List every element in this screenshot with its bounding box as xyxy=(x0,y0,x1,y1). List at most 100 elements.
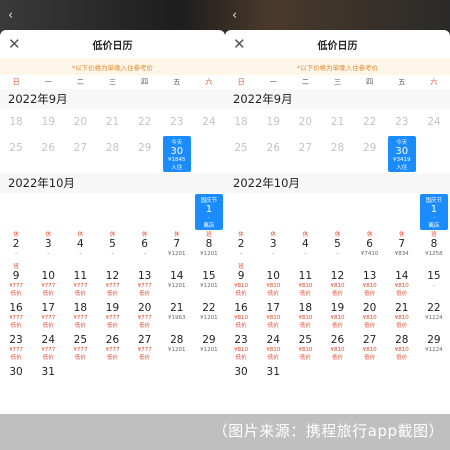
calendar-day[interactable]: 10 ¥810 低价 xyxy=(257,263,289,297)
day-number: 19 xyxy=(266,116,280,128)
day-number: 24 xyxy=(427,116,441,128)
calendar-day[interactable]: 15- xyxy=(418,263,450,295)
calendar-day[interactable]: 27 ¥777 低价 xyxy=(129,327,161,361)
calendar-day[interactable]: 22 ¥1224 xyxy=(418,295,450,327)
day-price: ¥834 xyxy=(394,251,409,257)
calendar-day-past: 19 xyxy=(257,109,289,135)
calendar-day[interactable]: 23 ¥777 低价 xyxy=(0,327,32,361)
calendar-day[interactable]: 休6- xyxy=(129,231,161,263)
calendar-day[interactable]: 休3- xyxy=(257,231,289,263)
day-number: 30 xyxy=(234,366,248,378)
calendar-day[interactable]: 22 ¥1201 xyxy=(193,295,225,327)
calendar-day[interactable]: 16 ¥810 低价 xyxy=(225,295,257,329)
calendar-day[interactable]: 27 ¥810 低价 xyxy=(354,327,386,361)
calendar-day[interactable]: 24 ¥777 低价 xyxy=(32,327,64,361)
day-price: - xyxy=(336,251,339,257)
calendar-day[interactable]: 休2- xyxy=(0,231,32,263)
day-number: 28 xyxy=(330,142,345,154)
calendar-day[interactable]: 18 ¥810 低价 xyxy=(289,295,321,329)
calendar-empty xyxy=(129,193,161,231)
close-icon[interactable]: ✕ xyxy=(8,35,21,53)
day-number: 22 xyxy=(202,302,216,314)
calendar-day[interactable]: 休 6 ¥7410 xyxy=(354,231,386,263)
calendar-day[interactable]: 25 ¥777 低价 xyxy=(64,327,96,361)
day-number: 18 xyxy=(234,116,248,128)
price-notice: *以下价格为单晚入住参考价 xyxy=(0,58,225,75)
calendar-day[interactable]: 15 ¥1201 xyxy=(193,263,225,295)
calendar-day[interactable]: 29 ¥1224 xyxy=(418,327,450,359)
calendar-day-holiday[interactable]: 国庆节 1- 离店 xyxy=(418,193,450,231)
calendar-day[interactable]: 28 ¥1201 xyxy=(161,327,193,359)
calendar-day[interactable]: 21 ¥810 低价 xyxy=(386,295,418,329)
calendar-day[interactable]: 休4- xyxy=(289,231,321,263)
calendar-day[interactable]: 休 7 ¥1201 xyxy=(161,231,193,263)
day-number: 8 xyxy=(430,238,438,250)
calendar-day[interactable]: 班 9 ¥777 低价 xyxy=(0,263,32,297)
day-number: 26 xyxy=(330,334,345,346)
calendar-day[interactable]: 14 ¥810 低价 xyxy=(386,263,418,297)
calendar-day[interactable]: 休5- xyxy=(96,231,128,263)
calendar-day[interactable]: 17 ¥777 低价 xyxy=(32,295,64,329)
calendar-day[interactable]: 16 ¥777 低价 xyxy=(0,295,32,329)
calendar-day[interactable]: 26 ¥810 低价 xyxy=(321,327,353,361)
calendar-header: ✕ 低价日历 xyxy=(225,30,450,58)
day-number: 7 xyxy=(398,238,406,250)
calendar-day-past: 18 xyxy=(0,109,32,135)
calendar-day[interactable]: 休5- xyxy=(321,231,353,263)
calendar-day[interactable]: 休 7 ¥834 xyxy=(386,231,418,263)
calendar-day[interactable]: 13 ¥777 低价 xyxy=(129,263,161,297)
selected-tag: 今天 xyxy=(396,140,408,146)
close-icon[interactable]: ✕ xyxy=(233,35,246,53)
calendar-day[interactable]: 休2- xyxy=(225,231,257,263)
calendar-day[interactable]: 休3- xyxy=(32,231,64,263)
calendar-day[interactable]: 20 ¥777 低价 xyxy=(129,295,161,329)
calendar-day[interactable]: 11 ¥777 低价 xyxy=(64,263,96,297)
calendar-day[interactable]: 12 ¥810 低价 xyxy=(321,263,353,297)
calendar-day-today[interactable]: 今天 30 ¥3419 入住 xyxy=(386,135,418,173)
day-number: 18 xyxy=(73,302,88,314)
day-number: 17 xyxy=(266,302,280,314)
calendar-day[interactable]: 29 ¥1201 xyxy=(193,327,225,359)
calendar-day[interactable]: 11 ¥810 低价 xyxy=(289,263,321,297)
calendar-day[interactable]: 17 ¥810 低价 xyxy=(257,295,289,329)
calendar-day[interactable]: 24 ¥810 低价 xyxy=(257,327,289,361)
calendar-day[interactable]: 19 ¥810 低价 xyxy=(321,295,353,329)
calendar-day[interactable]: 19 ¥777 低价 xyxy=(96,295,128,329)
calendar-day[interactable]: 30 xyxy=(225,359,257,379)
calendar-day[interactable]: 31 xyxy=(257,359,289,379)
calendar-day-past: 27 xyxy=(289,135,321,173)
day-number: 14 xyxy=(395,270,409,282)
day-number: 14 xyxy=(170,270,184,282)
calendar-day[interactable]: 28 ¥810 低价 xyxy=(386,327,418,361)
calendar-day[interactable]: 班 8 ¥1201 xyxy=(193,231,225,263)
calendar-day[interactable]: 21 ¥1963 xyxy=(161,295,193,327)
calendar-day-holiday[interactable]: 国庆节 1- 离店 xyxy=(193,193,225,231)
calendar-day-today[interactable]: 今天 30 ¥1845 入住 xyxy=(161,135,193,173)
selected-tag: 国庆节 xyxy=(425,198,443,204)
day-number: 3 xyxy=(269,238,277,250)
calendar-day[interactable]: 18 ¥777 低价 xyxy=(64,295,96,329)
calendar-title: 低价日历 xyxy=(317,40,358,52)
calendar-day[interactable]: 20 ¥810 低价 xyxy=(354,295,386,329)
day-number: 18 xyxy=(298,302,313,314)
day-number: 6 xyxy=(141,238,148,250)
calendar-day[interactable]: 31 xyxy=(32,359,64,379)
calendar-day[interactable]: 10 ¥777 低价 xyxy=(32,263,64,297)
calendar-day-past: 19 xyxy=(32,109,64,135)
calendar-day-past: 29 xyxy=(129,135,161,173)
calendar-day[interactable]: 13 ¥810 低价 xyxy=(354,263,386,297)
calendar-day[interactable]: 14 ¥1201 xyxy=(161,263,193,295)
day-number: 16 xyxy=(234,302,248,314)
calendar-day[interactable]: 25 ¥810 低价 xyxy=(289,327,321,361)
calendar-empty xyxy=(193,135,225,173)
day-number: 11 xyxy=(298,270,313,282)
calendar-day[interactable]: 23 ¥810 低价 xyxy=(225,327,257,361)
oct-grid: 国庆节 1- 离店休 2- 休 3- 休 4- 休 5- 休 6 ¥7410 休 7 ¥834 班 8 ¥1258 班… xyxy=(225,193,450,379)
calendar-day[interactable]: 班 8 ¥1258 xyxy=(418,231,450,263)
calendar-day[interactable]: 12 ¥777 低价 xyxy=(96,263,128,297)
calendar-day[interactable]: 休4- xyxy=(64,231,96,263)
calendar-day[interactable]: 26 ¥777 低价 xyxy=(96,327,128,361)
calendar-day[interactable]: 班 9 ¥810 低价 xyxy=(225,263,257,297)
day-number: 26 xyxy=(266,142,280,154)
calendar-day[interactable]: 30 xyxy=(0,359,32,379)
